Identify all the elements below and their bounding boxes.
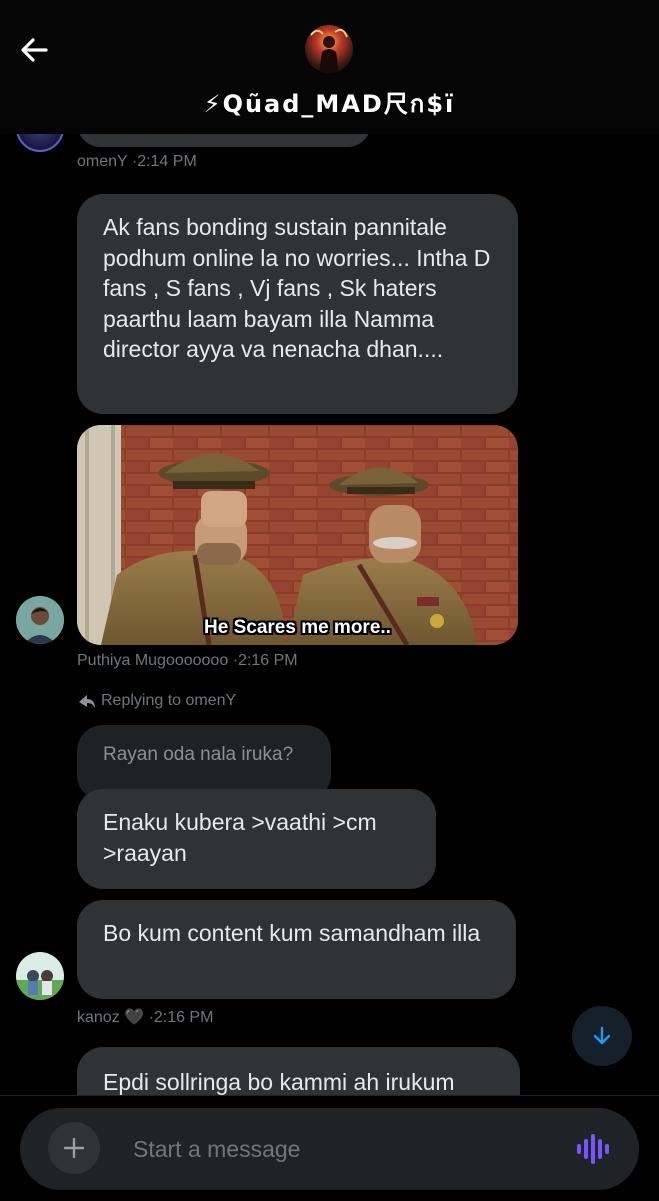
meme-image[interactable]: He Scares me more.. [77,425,518,645]
sender-name[interactable]: omenY [77,153,127,170]
back-button[interactable] [16,32,52,68]
add-media-button[interactable] [48,1122,100,1174]
reply-arrow-icon [79,695,95,708]
meme-caption: He Scares me more.. [204,617,391,638]
reply-label: Replying to omenY [101,692,237,709]
group-avatar[interactable] [305,25,353,73]
voice-wave-icon [577,1134,609,1164]
message-meta: kanoz 🖤 ·2:16 PM [77,1007,213,1027]
avatar[interactable] [16,952,64,1000]
back-arrow-icon [21,38,48,62]
message-meta: Puthiya Mugooooooo ·2:16 PM [77,652,298,670]
message-bubble[interactable]: Bo kum content kum samandham illa [77,900,516,999]
message-time: ·2:14 PM [131,153,197,170]
plus-icon [63,1137,85,1159]
avatar[interactable] [16,596,64,644]
voice-message-button[interactable] [574,1130,612,1168]
sender-name[interactable]: Puthiya Mugooooooo [77,652,228,669]
message-time: ·2:16 PM [148,1009,214,1026]
arrow-down-icon [593,1026,611,1045]
message-bubble[interactable]: Ak fans bonding sustain pannitale podhum… [77,194,518,414]
sender-name[interactable]: kanoz 🖤 [77,1009,144,1026]
scroll-down-button[interactable] [572,1006,632,1066]
conversation-title[interactable]: ⚡Qũad_MAD尺ก$ï [0,84,659,123]
message-input[interactable] [131,1130,555,1168]
message-meta: omenY ·2:14 PM [77,153,197,171]
reply-context[interactable]: Replying to omenY [77,692,236,710]
message-time: ·2:16 PM [232,652,298,669]
conversation-header: ⚡Qũad_MAD尺ก$ï [0,0,659,134]
message-bubble[interactable]: Enaku kubera >vaathi >cm >raayan [77,789,436,889]
